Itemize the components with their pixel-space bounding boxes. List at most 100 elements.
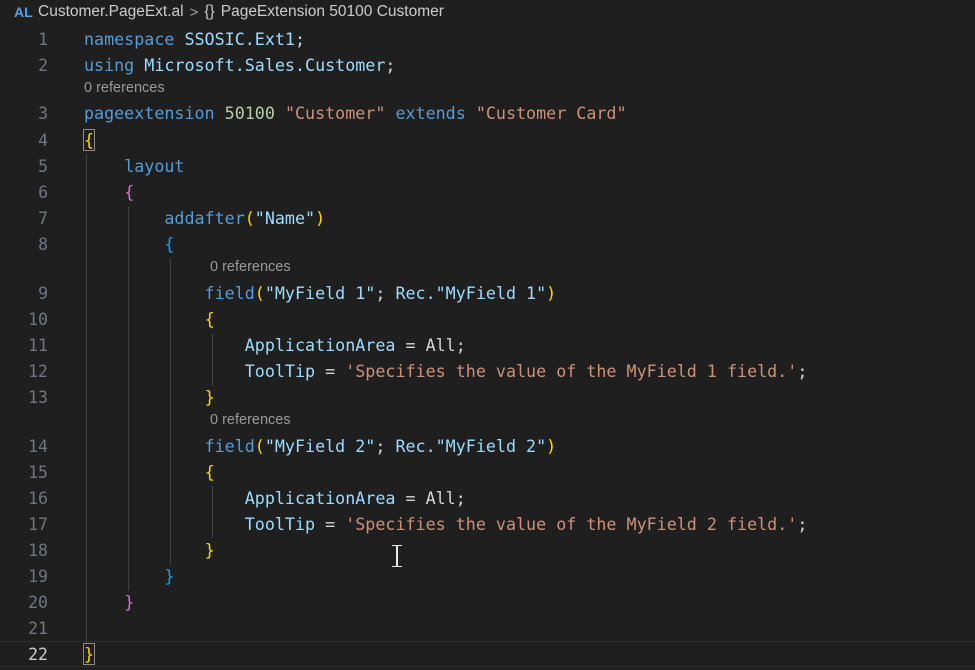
code-line[interactable]: 6 { xyxy=(0,179,975,205)
code-token: { xyxy=(82,129,96,152)
code-token: namespace xyxy=(84,29,175,50)
code-line[interactable]: 13 } xyxy=(0,384,975,410)
code-text: } xyxy=(84,540,215,560)
code-line[interactable]: 7 addafter("Name") xyxy=(0,205,975,231)
code-text: ToolTip = 'Specifies the value of the My… xyxy=(84,361,808,382)
code-token: { xyxy=(204,309,215,330)
breadcrumb-symbol[interactable]: PageExtension 50100 Customer xyxy=(221,3,444,21)
code-token: "MyField 1" xyxy=(435,283,547,304)
code-token: "MyField 2" xyxy=(435,436,547,457)
code-text: ApplicationArea = All; xyxy=(84,335,466,355)
line-number: 6 xyxy=(38,182,48,202)
code-line[interactable]: 17 ToolTip = 'Specifies the value of the… xyxy=(0,511,975,537)
line-number: 22 xyxy=(28,644,48,664)
chevron-right-icon: > xyxy=(189,3,199,21)
code-line[interactable]: 12 ToolTip = 'Specifies the value of the… xyxy=(0,358,975,384)
code-token: extends xyxy=(395,103,466,124)
code-line[interactable]: 18 } xyxy=(0,537,975,563)
line-number: 9 xyxy=(38,283,48,303)
code-token: layout xyxy=(124,156,185,177)
code-token: 50100 xyxy=(224,103,275,124)
code-text: layout xyxy=(84,156,184,176)
code-token: ; xyxy=(797,361,808,382)
code-token: 'Specifies the value of the MyField 2 fi… xyxy=(345,514,798,535)
code-line[interactable]: 22} xyxy=(0,641,975,668)
code-token: = All; xyxy=(395,335,466,356)
code-line[interactable]: 16 ApplicationArea = All; xyxy=(0,485,975,511)
code-token: addafter xyxy=(164,208,245,229)
line-number: 14 xyxy=(28,436,48,456)
code-line[interactable]: 3 pageextension 50100 "Customer" extends … xyxy=(0,100,975,126)
line-number: 18 xyxy=(28,540,48,560)
code-token: ApplicationArea xyxy=(244,335,396,356)
code-line[interactable]: 21 xyxy=(0,615,975,641)
code-line[interactable]: 4{ xyxy=(0,127,975,153)
code-line[interactable]: 2 using Microsoft.Sales.Customer; xyxy=(0,52,975,78)
code-token: ; xyxy=(797,514,808,535)
code-line[interactable]: 10 { xyxy=(0,306,975,332)
line-number: 2 xyxy=(38,55,48,75)
line-number: 8 xyxy=(38,234,48,254)
code-token: = xyxy=(315,361,346,382)
line-number: 11 xyxy=(28,335,48,355)
code-line[interactable]: 1 namespace SSOSIC.Ext1; xyxy=(0,26,975,52)
breadcrumb-file[interactable]: Customer.PageExt.al xyxy=(38,3,184,21)
code-token: ( xyxy=(254,283,265,304)
code-token: ) xyxy=(546,436,557,457)
code-text: { xyxy=(84,182,134,202)
code-text: { xyxy=(84,309,215,329)
line-number: 5 xyxy=(38,156,48,176)
code-line[interactable]: 20 } xyxy=(0,589,975,615)
codelens-references[interactable]: 0 references xyxy=(84,80,165,96)
code-token: { xyxy=(124,182,135,203)
code-token: Microsoft.Sales.Customer xyxy=(134,55,386,76)
code-text: addafter("Name") xyxy=(84,208,325,228)
code-text: } xyxy=(82,643,96,666)
code-text: { xyxy=(84,234,174,254)
code-token: ) xyxy=(315,208,326,229)
code-text: namespace SSOSIC.Ext1; xyxy=(84,29,305,49)
line-number: 20 xyxy=(28,592,48,612)
breadcrumb: AL Customer.PageExt.al > {} PageExtensio… xyxy=(0,0,975,24)
code-token: Rec. xyxy=(395,283,436,304)
code-token: 'Specifies the value of the MyField 1 fi… xyxy=(345,361,798,382)
code-token: ; xyxy=(385,55,396,76)
code-token: "Name" xyxy=(254,208,316,229)
code-token: ApplicationArea xyxy=(244,488,396,509)
code-text: pageextension 50100 "Customer" extends "… xyxy=(84,103,627,123)
code-token: "Customer Card" xyxy=(475,103,627,124)
code-line[interactable]: 14 field("MyField 2"; Rec."MyField 2") xyxy=(0,433,975,459)
code-token: pageextension xyxy=(84,103,215,124)
code-line[interactable]: 9 field("MyField 1"; Rec."MyField 1") xyxy=(0,280,975,306)
code-line[interactable]: 5 layout xyxy=(0,153,975,179)
code-text: ToolTip = 'Specifies the value of the My… xyxy=(84,514,808,535)
code-token: } xyxy=(204,387,215,408)
code-token: Rec. xyxy=(395,436,436,457)
code-text: field("MyField 2"; Rec."MyField 2") xyxy=(84,436,557,457)
code-token: ToolTip xyxy=(244,361,316,382)
code-line[interactable]: 11 ApplicationArea = All; xyxy=(0,332,975,358)
codelens-references[interactable]: 0 references xyxy=(210,412,291,428)
line-number: 10 xyxy=(28,309,48,329)
code-line[interactable]: 19 } xyxy=(0,563,975,589)
code-editor[interactable]: 0 references 0 references 0 references 1… xyxy=(0,26,975,670)
code-token: { xyxy=(164,234,175,255)
codelens-references[interactable]: 0 references xyxy=(210,259,291,275)
code-token: = xyxy=(315,514,346,535)
code-line[interactable]: 15 { xyxy=(0,459,975,485)
code-line[interactable]: 8 { xyxy=(0,231,975,257)
code-text: } xyxy=(84,566,174,586)
